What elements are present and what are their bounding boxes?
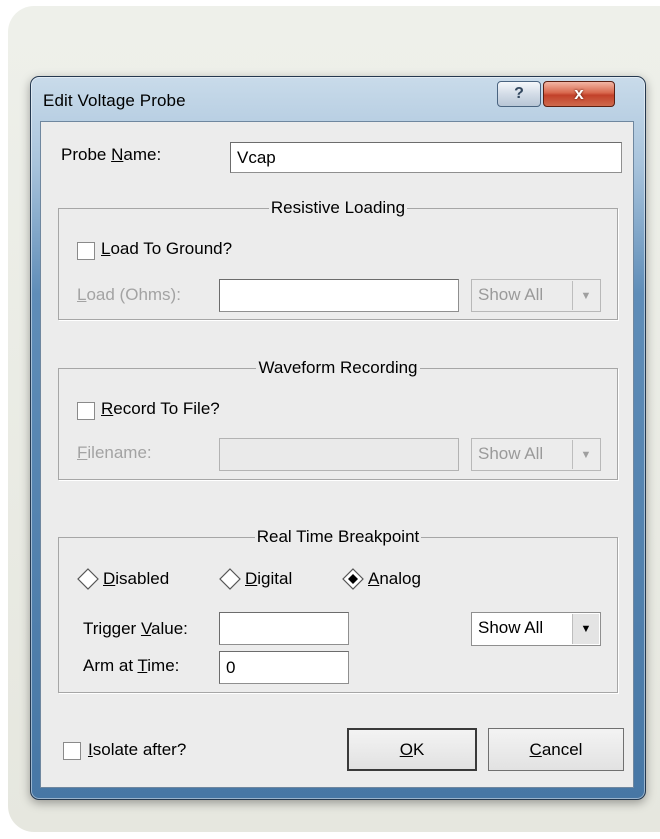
filename-key: F bbox=[77, 443, 88, 462]
dialog-title: Edit Voltage Probe bbox=[43, 91, 186, 110]
radio-digital[interactable] bbox=[219, 568, 241, 590]
probe-name-input[interactable] bbox=[230, 142, 622, 173]
realtime-breakpoint-group: Real Time Breakpoint Disabled Digital An… bbox=[58, 527, 618, 693]
load-ohms-rest: oad (Ohms): bbox=[86, 285, 181, 304]
radio-digital-label: Digital bbox=[245, 569, 292, 589]
arm-at-time-post: ime: bbox=[147, 656, 180, 675]
radio-digital-rest: igital bbox=[257, 569, 293, 588]
probe-name-label: Probe Name: bbox=[61, 145, 161, 165]
load-to-ground-label: Load To Ground? bbox=[101, 239, 232, 259]
chevron-down-icon: ▼ bbox=[572, 281, 599, 310]
chevron-down-icon: ▼ bbox=[572, 440, 599, 469]
waveform-recording-title: Waveform Recording bbox=[256, 358, 420, 377]
record-to-file-label: Record To File? bbox=[101, 399, 220, 419]
realtime-breakpoint-title-wrap: Real Time Breakpoint bbox=[59, 527, 617, 547]
arm-at-time-pre: Arm at bbox=[83, 656, 138, 675]
ok-button[interactable]: OK bbox=[347, 728, 477, 771]
ok-rest: K bbox=[412, 739, 425, 759]
close-button[interactable]: x bbox=[543, 81, 615, 107]
waveform-recording-group: Waveform Recording Record To File? Filen… bbox=[58, 358, 618, 480]
edit-voltage-probe-dialog: Edit Voltage Probe ? x Probe Name: Resis… bbox=[30, 76, 646, 800]
ok-key: O bbox=[399, 739, 413, 759]
radio-analog[interactable] bbox=[342, 568, 364, 590]
cancel-rest: ancel bbox=[541, 739, 583, 759]
filename-input[interactable] bbox=[219, 438, 459, 471]
resistive-loading-title-wrap: Resistive Loading bbox=[59, 198, 617, 218]
filename-label: Filename: bbox=[77, 443, 152, 463]
load-ohms-input[interactable] bbox=[219, 279, 459, 312]
radio-disabled[interactable] bbox=[77, 568, 99, 590]
realtime-breakpoint-title: Real Time Breakpoint bbox=[254, 527, 422, 546]
radio-disabled-label: Disabled bbox=[103, 569, 169, 589]
breakpoint-units-select[interactable]: Show All ▼ bbox=[471, 612, 601, 646]
trigger-value-label: Trigger Value: bbox=[83, 619, 188, 639]
arm-at-time-input[interactable] bbox=[219, 651, 349, 684]
radio-disabled-key: D bbox=[103, 569, 116, 588]
isolate-after-rest: solate after? bbox=[92, 740, 187, 759]
radio-analog-key: A bbox=[368, 569, 380, 588]
record-to-file-key: R bbox=[101, 399, 114, 418]
filename-units-select[interactable]: Show All ▼ bbox=[471, 438, 601, 471]
trigger-value-post: alue: bbox=[151, 619, 188, 638]
breakpoint-units-value: Show All bbox=[478, 618, 544, 637]
radio-analog-label: Analog bbox=[368, 569, 421, 589]
waveform-recording-title-wrap: Waveform Recording bbox=[59, 358, 617, 378]
record-to-file-rest: ecord To File? bbox=[113, 399, 220, 418]
radio-disabled-rest: isabled bbox=[115, 569, 170, 588]
probe-name-label-post: ame: bbox=[123, 145, 162, 164]
load-units-select[interactable]: Show All ▼ bbox=[471, 279, 601, 312]
probe-name-label-pre: Probe bbox=[61, 145, 112, 164]
chevron-down-icon: ▼ bbox=[572, 614, 599, 644]
load-to-ground-rest: oad To Ground? bbox=[110, 239, 233, 258]
trigger-value-input[interactable] bbox=[219, 612, 349, 645]
probe-name-label-key: N bbox=[111, 145, 124, 164]
load-ohms-label: Load (Ohms): bbox=[77, 285, 181, 305]
radio-digital-key: D bbox=[245, 569, 258, 588]
resistive-loading-group: Resistive Loading Load To Ground? Load (… bbox=[58, 198, 618, 320]
help-button[interactable]: ? bbox=[497, 81, 541, 107]
record-to-file-checkbox[interactable] bbox=[77, 402, 95, 420]
radio-analog-rest: nalog bbox=[379, 569, 421, 588]
trigger-value-pre: Trigger bbox=[83, 619, 141, 638]
cancel-key: C bbox=[529, 739, 542, 759]
isolate-after-checkbox[interactable] bbox=[63, 742, 81, 760]
load-to-ground-checkbox[interactable] bbox=[77, 242, 95, 260]
isolate-after-label: Isolate after? bbox=[88, 740, 186, 760]
arm-at-time-key: T bbox=[137, 656, 148, 675]
close-icon: x bbox=[574, 84, 584, 103]
cancel-button[interactable]: Cancel bbox=[488, 728, 624, 771]
arm-at-time-label: Arm at Time: bbox=[83, 656, 179, 676]
dialog-body: Probe Name: Resistive Loading Load To Gr… bbox=[40, 121, 634, 788]
filename-rest: ilename: bbox=[87, 443, 152, 462]
trigger-value-key: V bbox=[140, 619, 152, 638]
help-icon: ? bbox=[514, 85, 524, 102]
resistive-loading-title: Resistive Loading bbox=[268, 198, 408, 217]
load-units-value: Show All bbox=[478, 285, 544, 304]
filename-units-value: Show All bbox=[478, 444, 544, 463]
